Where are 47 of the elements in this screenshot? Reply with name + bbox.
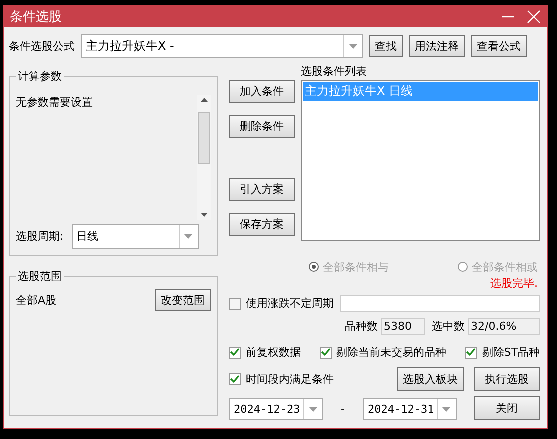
condition-button[interactable]: 保存方案 bbox=[229, 213, 295, 236]
condition-button[interactable]: 引入方案 bbox=[229, 178, 295, 201]
group-title: 计算参数 bbox=[16, 69, 64, 84]
formula-dropdown[interactable]: 主力拉升妖牛X - bbox=[81, 34, 363, 58]
action-button[interactable]: 执行选股 bbox=[474, 367, 540, 391]
stat-label: 品种数 bbox=[345, 319, 378, 334]
range-value: 全部A股 bbox=[16, 292, 57, 308]
list-title: 选股条件列表 bbox=[301, 64, 368, 80]
condition-button[interactable]: 加入条件 bbox=[229, 80, 295, 103]
group-title: 选股范围 bbox=[16, 269, 64, 284]
start-date-picker[interactable]: 2024-12-23 bbox=[229, 398, 323, 420]
formula-label: 条件选股公式 bbox=[9, 38, 75, 54]
stat-label: 选中数 bbox=[432, 319, 465, 334]
toolbar-button[interactable]: 查找 bbox=[369, 35, 403, 57]
scroll-down-icon[interactable] bbox=[200, 213, 208, 217]
condition-button[interactable]: 删除条件 bbox=[229, 115, 295, 138]
caret-icon bbox=[308, 406, 318, 412]
time-range-checkbox[interactable]: 时间段内满足条件 bbox=[229, 372, 334, 386]
toolbar-button[interactable]: 查看公式 bbox=[471, 35, 527, 57]
option-checkbox[interactable]: 前复权数据 bbox=[229, 345, 301, 360]
period-dropdown[interactable]: 日线 bbox=[72, 224, 199, 249]
period-checkbox[interactable]: 使用涨跌不定周期 bbox=[229, 296, 334, 311]
check-icon bbox=[230, 374, 240, 384]
action-button[interactable]: 关闭 bbox=[474, 396, 540, 420]
action-button[interactable]: 选股入板块 bbox=[397, 367, 464, 391]
caret-icon bbox=[442, 406, 452, 412]
stat-value: 32/0.6% bbox=[468, 318, 540, 335]
caret-icon bbox=[348, 44, 358, 48]
params-message: 无参数需要设置 bbox=[16, 95, 93, 111]
check-icon bbox=[466, 348, 476, 357]
status-text: 选股完毕. bbox=[490, 276, 538, 291]
period-label: 选股周期: bbox=[16, 229, 64, 244]
window-title: 条件选股 bbox=[10, 8, 63, 26]
check-icon bbox=[230, 348, 240, 357]
end-date-picker[interactable]: 2024-12-31 bbox=[362, 398, 457, 420]
scrollbar[interactable] bbox=[197, 95, 211, 220]
option-checkbox[interactable]: 剔除ST品种 bbox=[465, 345, 540, 360]
scroll-up-icon[interactable] bbox=[200, 98, 208, 102]
change-range-button[interactable]: 改变范围 bbox=[155, 289, 211, 311]
stat-value: 5380 bbox=[381, 318, 425, 335]
toolbar-button[interactable]: 用法注释 bbox=[409, 35, 465, 57]
date-separator: - bbox=[341, 402, 345, 416]
check-icon bbox=[320, 348, 331, 357]
caret-icon bbox=[184, 234, 194, 239]
option-checkbox[interactable]: 剔除当前未交易的品种 bbox=[320, 345, 447, 360]
period-input[interactable] bbox=[340, 295, 540, 312]
close-icon[interactable] bbox=[527, 10, 541, 24]
